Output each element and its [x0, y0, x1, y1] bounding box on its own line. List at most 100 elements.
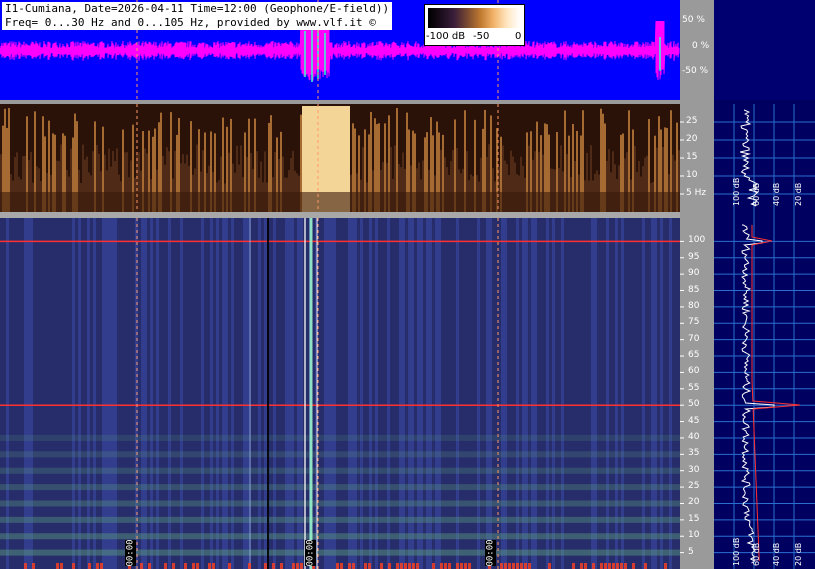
spectrogram-column: [372, 218, 375, 569]
spectrogram-column: [270, 218, 273, 569]
db-scale-label: 20 dB: [794, 182, 803, 206]
spectrogram-column: [111, 218, 114, 569]
spectrogram-column: [504, 218, 507, 569]
axis-tick-label: 95: [688, 251, 700, 262]
spectrogram-column: [348, 218, 351, 569]
low-noise-patch: [24, 563, 27, 569]
spectrogram-column: [276, 218, 279, 569]
spectrogram-column: [300, 218, 303, 569]
spectrogram-column: [591, 218, 594, 569]
spectrogram-column: [333, 218, 336, 569]
axis-tick-label: 45: [688, 415, 700, 426]
spectrogram-column: [519, 218, 522, 569]
spectrogram-low-plot: [0, 104, 680, 212]
low-noise-patch: [460, 563, 463, 569]
frequency-axis: 50 % 0 % -50 % 25 20 15 10 5 Hz 100 95 90 85 80 75…: [680, 0, 714, 569]
spectrogram-column: [90, 218, 93, 569]
spectrogram-column: [126, 218, 129, 569]
wave-tick-label: -50 %: [682, 66, 709, 76]
spectrogram-column: [435, 218, 438, 569]
low-noise-patch: [592, 563, 595, 569]
spectrogram-column: [264, 218, 267, 569]
spectrogram-column: [336, 218, 339, 569]
low-noise-patch: [280, 563, 283, 569]
spectrogram-column: [549, 218, 552, 569]
noise-band: [0, 467, 680, 474]
spectrogram-column: [666, 218, 669, 569]
spectrogram-column: [174, 218, 177, 569]
spectrogram-column: [555, 218, 558, 569]
db-scale-label: 100 dB: [732, 537, 741, 566]
db-scale-label: 60 dB: [752, 542, 761, 566]
low-noise-patch: [148, 563, 151, 569]
low-noise-patch: [100, 563, 103, 569]
spectrogram-column: [357, 218, 360, 569]
low-noise-patch: [440, 563, 443, 569]
axis-tick-label: 30: [688, 464, 700, 475]
spectrogram-column: [660, 218, 663, 569]
spectrogram-column: [540, 218, 543, 569]
spectrogram-column: [63, 218, 66, 569]
spectrogram-column: [423, 218, 426, 569]
colorbar-legend: -100 dB -50 0: [424, 4, 525, 46]
spectrogram-column: [564, 218, 567, 569]
colorbar-gradient: [428, 8, 520, 28]
spectrogram-column: [507, 218, 510, 569]
spectrogram-column: [171, 218, 174, 569]
spectrogram-column: [450, 218, 453, 569]
average-spectrum-high-trace: [740, 224, 775, 564]
noise-band: [0, 533, 680, 540]
spectrogram-column: [30, 218, 33, 569]
average-spectrum-plot: [714, 104, 815, 569]
spectrogram-column: [573, 218, 576, 569]
low-noise-patch: [616, 563, 619, 569]
spectrogram-column: [159, 218, 162, 569]
spectrogram-column: [246, 218, 249, 569]
spectrogram-column: [285, 218, 288, 569]
low-noise-patch: [416, 563, 419, 569]
spectrogram-column: [132, 218, 135, 569]
spectrogram-column: [87, 218, 90, 569]
spectrogram-column: [99, 218, 102, 569]
low-noise-patch: [504, 563, 507, 569]
spectrogram-column: [18, 218, 21, 569]
low-noise-patch: [584, 563, 587, 569]
axis-tick-label: 90: [688, 268, 700, 279]
spectrogram-column: [417, 218, 420, 569]
db-scale-label: 20 dB: [794, 542, 803, 566]
spectrogram-column: [288, 218, 291, 569]
low-noise-patch: [396, 563, 399, 569]
spectrogram-column: [399, 218, 402, 569]
low-noise-patch: [580, 563, 583, 569]
spectrogram-column: [429, 218, 432, 569]
low-noise-patch: [608, 563, 611, 569]
spectrogram-low-panel: [0, 104, 680, 212]
low-noise-patch: [380, 563, 383, 569]
low-noise-patch: [228, 563, 231, 569]
spectrogram-column: [657, 218, 660, 569]
low-noise-patch: [408, 563, 411, 569]
wave-tick-label: 0 %: [692, 41, 710, 51]
spectrogram-column: [576, 218, 579, 569]
spectrogram-column: [60, 218, 63, 569]
colorbar-label: -50: [473, 31, 490, 42]
spectrogram-column: [534, 218, 537, 569]
spectrogram-column: [138, 218, 141, 569]
spectrogram-column: [603, 218, 606, 569]
noise-band: [0, 451, 680, 458]
low-noise-patch: [88, 563, 91, 569]
spectrogram-column: [612, 218, 615, 569]
spectrogram-column: [405, 218, 408, 569]
low-noise-patch: [632, 563, 635, 569]
average-spectrum-panel: 100 dB 60 dB 40 dB 20 dB 100 dB 60 dB 40…: [714, 0, 815, 569]
spectrogram-column: [363, 218, 366, 569]
spectrogram-column: [420, 218, 423, 569]
spectrogram-column: [114, 218, 117, 569]
low-noise-patch: [512, 563, 515, 569]
spectrogram-column: [492, 218, 495, 569]
spectrogram-column: [546, 218, 549, 569]
spectrogram-column: [168, 218, 171, 569]
spectrogram-column: [192, 218, 195, 569]
low-noise-patch: [448, 563, 451, 569]
axis-tick-label: 10: [686, 170, 698, 180]
